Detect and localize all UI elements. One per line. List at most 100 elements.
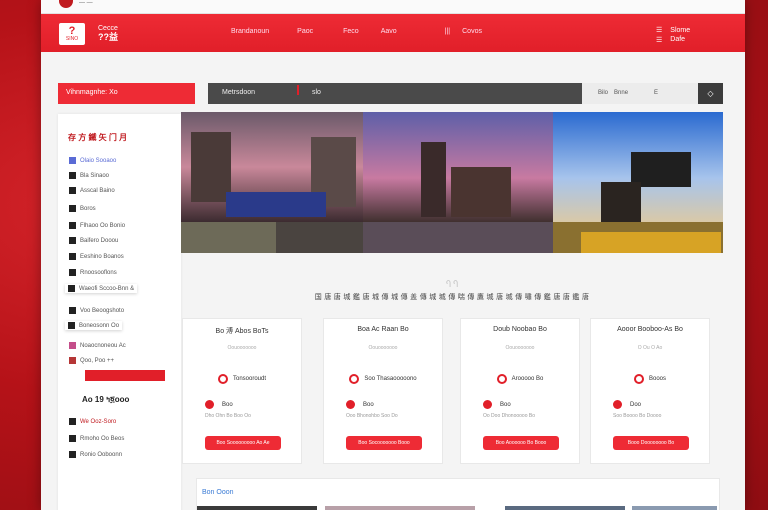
card-detail: Soo Boooo Bo Doooo <box>613 413 662 419</box>
card-title: Bo 溥 Abos BoTs <box>215 328 269 335</box>
card-button[interactable]: Booo Doooooooo Bo <box>613 436 689 450</box>
card-subtitle: Oouooooooo <box>368 345 398 351</box>
card-detail: Ooo Bhonohbo Soo Do <box>346 413 398 419</box>
card-price: Boo <box>483 400 511 409</box>
sidebar-item-8[interactable]: Rnoosooflons <box>69 269 117 276</box>
bottom-image[interactable] <box>325 506 475 510</box>
card-title: Boa Ac Raan Bo <box>357 326 409 333</box>
bottom-image[interactable] <box>632 506 717 510</box>
sidebar-item-6[interactable]: Baifero Dooou <box>69 237 118 244</box>
category-icon <box>69 205 76 212</box>
sidebar-highlight-bar[interactable] <box>85 370 165 381</box>
card-title: Aooor Booboo-As Bo <box>617 326 683 333</box>
sidebar-item-5[interactable]: Flhaoo Oo Bonio <box>69 222 125 229</box>
banner-image <box>181 112 723 253</box>
card-button[interactable]: Boo Aoooooo Bo Booo <box>483 436 559 450</box>
sidebar-item-3[interactable]: Asscal Baino <box>69 187 115 194</box>
search-option-3: E <box>654 90 659 96</box>
sidebar-bottom-item-3[interactable]: Ronio Ooboonn <box>69 451 122 458</box>
header-icons: ☰ ☰ Slome Dafe <box>656 26 690 44</box>
nav-item-5[interactable]: ||| <box>445 28 450 35</box>
brand-line-2: ??益 <box>98 32 118 42</box>
card-button[interactable]: Boo Socooooooo Booo <box>346 436 422 450</box>
category-icon <box>69 237 76 244</box>
card-feature: Booos <box>591 374 709 384</box>
category-button[interactable]: Vihnmagnhe: Xo <box>58 83 195 104</box>
card-detail: Dho Ohn Bo Boo Oo <box>205 413 251 419</box>
sidebar-item-13[interactable]: Qoo, Poo ++ <box>69 357 114 364</box>
category-icon <box>69 342 76 349</box>
category-icon <box>68 285 75 292</box>
card-detail: Oo Doo Dhonooooo Bo <box>483 413 535 419</box>
sidebar-item-7[interactable]: Eeshino Boanos <box>69 253 124 260</box>
offer-card-1[interactable]: Bo 溥 Abos BoTs Oouooooooo Tonsooroudt Bo… <box>182 318 302 464</box>
search-submit-button[interactable]: ◇ <box>698 83 723 104</box>
pin-icon <box>217 374 228 384</box>
sidebar-item-2[interactable]: Bla Sinaoo <box>69 172 109 179</box>
card-feature: Soo Thasaooooono <box>324 374 442 384</box>
header-icon-text-2[interactable]: Dafe <box>670 36 690 43</box>
header-icon-text-1[interactable]: Slome <box>670 27 690 34</box>
pin-icon <box>496 374 507 384</box>
sidebar-item-9[interactable]: Waeofi Sccoo-Bnn & <box>65 284 138 293</box>
bottom-section: Bon Ooon <box>196 478 720 510</box>
hero-banner[interactable] <box>181 112 723 253</box>
sidebar-item-12[interactable]: Noaocnoneou Ac <box>69 342 126 349</box>
sidebar-bottom-item-1[interactable]: We Ooz-Soro <box>69 418 116 425</box>
category-icon <box>69 222 76 229</box>
pin-icon <box>633 374 644 384</box>
sidebar-item-1[interactable]: Olaio Sooaoo <box>69 157 116 164</box>
card-title: Doub Noobao Bo <box>493 326 547 333</box>
nav-item-3[interactable]: Feco <box>343 28 359 35</box>
tag-icon <box>205 400 214 409</box>
search-caret <box>297 85 299 95</box>
card-price: Doo <box>613 400 641 409</box>
sidebar-item-11[interactable]: Boneosonn Oo <box>65 321 123 330</box>
category-icon <box>69 435 76 442</box>
card-button[interactable]: Boo Sooooooooo Ao Ae <box>205 436 281 450</box>
sidebar-item-4[interactable]: Boros <box>69 205 96 212</box>
category-icon <box>69 418 76 425</box>
logo-glyph: ? <box>68 25 76 37</box>
bottom-image[interactable] <box>505 506 625 510</box>
card-subtitle: Oouooooooo <box>227 345 257 351</box>
nav-item-4[interactable]: Aavo <box>381 28 397 35</box>
category-icon <box>69 357 76 364</box>
nav-item-6[interactable]: Covos <box>462 28 482 35</box>
logo-text: SINO <box>65 36 79 42</box>
top-strip-text: — — <box>79 0 93 6</box>
category-icon <box>69 269 76 276</box>
pin-icon <box>349 374 360 384</box>
category-icon <box>69 157 76 164</box>
bottom-image[interactable] <box>197 506 317 510</box>
search-input[interactable]: Metrsdoon slo <box>208 83 582 104</box>
card-subtitle: Oouooooooo <box>505 345 535 351</box>
nav-item-2[interactable]: Paoc <box>297 28 313 35</box>
tag-icon <box>346 400 355 409</box>
offer-card-4[interactable]: Aooor Booboo-As Bo O Ou O Ao Booos Doo S… <box>590 318 710 464</box>
section-divider-icon: Ⴄ Ⴄ <box>445 280 459 289</box>
offer-card-2[interactable]: Boa Ac Raan Bo Oouooooooo Soo Thasaooooo… <box>323 318 443 464</box>
sidebar-bottom-item-2[interactable]: Rmoho Oo Beos <box>69 435 124 442</box>
nav-item-1[interactable]: Brandanoun <box>231 28 269 35</box>
search-options[interactable]: Bilo Bnne E <box>582 83 698 104</box>
menu-icon[interactable]: ☰ ☰ <box>656 26 662 44</box>
top-strip: — — <box>41 0 745 14</box>
sidebar-item-10[interactable]: Voo Beoogshoto <box>69 307 124 314</box>
category-sidebar: 存 ⽅ 鐵 ⽮ ⻔ ⽉ Olaio Sooaoo Bla Sinaoo Assc… <box>58 114 181 510</box>
browser-page: — — ? SINO Cecce ??益 Brandanoun Paoc Fec… <box>41 0 745 510</box>
top-logo <box>59 0 73 8</box>
site-logo[interactable]: ? SINO <box>59 23 85 45</box>
category-icon <box>68 322 75 329</box>
brand-name[interactable]: Cecce ??益 <box>98 25 118 42</box>
category-icon <box>69 451 76 458</box>
category-icon <box>69 172 76 179</box>
search-option-1: Bilo <box>598 90 609 96</box>
search-query: slo <box>312 89 321 96</box>
section-heading: 国 唐 唐 城 鑑 唐 城 傳 城 傳 盖 傳 城 城 傳 喘 傳 鷹 城 唐 … <box>314 294 590 301</box>
offer-card-3[interactable]: Doub Noobao Bo Oouooooooo Arooooo Bo Boo… <box>460 318 580 464</box>
sidebar-subheading: Ao 19 ߤ፬ooo <box>82 395 130 404</box>
card-price: Boo <box>205 400 233 409</box>
category-icon <box>69 307 76 314</box>
sidebar-heading: 存 ⽅ 鐵 ⽮ ⻔ ⽉ <box>68 133 128 142</box>
